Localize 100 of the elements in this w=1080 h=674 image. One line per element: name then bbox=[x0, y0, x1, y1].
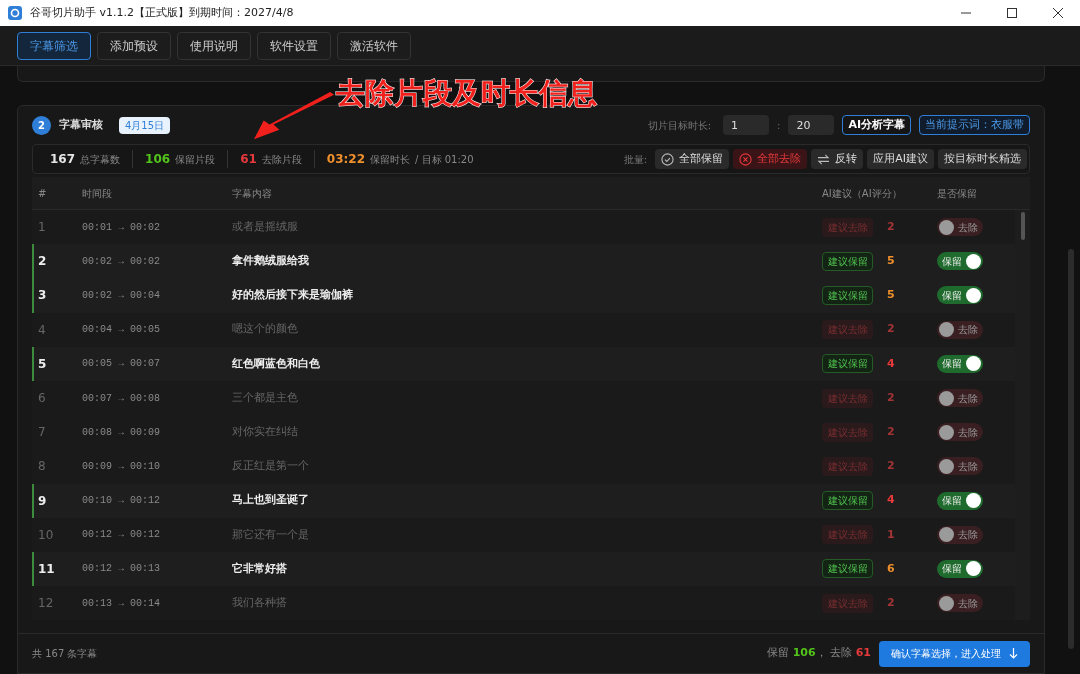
stat-value: 106 bbox=[145, 151, 171, 168]
keep-toggle[interactable]: 去除 bbox=[937, 218, 983, 237]
ai-score: 2 bbox=[887, 389, 896, 406]
keep-toggle[interactable]: 去除 bbox=[937, 594, 983, 613]
row-number: 11 bbox=[37, 560, 56, 578]
suggestion-tag: 建议去除 bbox=[822, 422, 873, 442]
keep-toggle[interactable]: 去除 bbox=[937, 320, 983, 339]
subtitle-text: 马上也到圣诞了 bbox=[232, 492, 310, 509]
time-range: 00:07 → 00:08 bbox=[82, 391, 161, 406]
ai-score: 2 bbox=[887, 321, 896, 338]
section-title: 字幕审核 bbox=[59, 116, 103, 133]
keep-toggle[interactable]: 去除 bbox=[937, 457, 983, 476]
stat-label: 保留片段 bbox=[175, 153, 216, 167]
tab[interactable]: 软件设置 bbox=[257, 31, 331, 60]
ai-score: 2 bbox=[887, 594, 896, 611]
stat-label: 去除片段 bbox=[261, 153, 302, 167]
batch-button[interactable]: 全部保留 bbox=[655, 149, 730, 169]
suggestion-tag: 建议去除 bbox=[822, 388, 873, 408]
confirm-button[interactable]: 确认字幕选择，进入处理 bbox=[879, 640, 1030, 667]
ai-analyze-button[interactable]: AI分析字幕 bbox=[842, 115, 911, 135]
table-row[interactable]: 9 00:10 → 00:12 马上也到圣诞了 建议保留 4 保留 bbox=[32, 483, 1015, 518]
toggle-knob bbox=[939, 595, 954, 611]
subtitle-text: 或者是摇绒服 bbox=[232, 218, 299, 235]
total-count: 共 167 条字幕 bbox=[32, 647, 99, 661]
stat-label: 总字幕数 bbox=[80, 153, 121, 167]
tab[interactable]: 使用说明 bbox=[177, 31, 251, 60]
suggestion-tag: 建议保留 bbox=[822, 285, 873, 305]
time-range: 00:10 → 00:12 bbox=[82, 494, 161, 509]
toggle-knob bbox=[966, 493, 981, 509]
table-row[interactable]: 3 00:02 → 00:04 好的然后接下来是瑜伽裤 建议保留 5 保留 bbox=[32, 278, 1015, 313]
time-range: 00:02 → 00:02 bbox=[82, 254, 161, 269]
keep-toggle[interactable]: 保留 bbox=[937, 286, 983, 305]
batch-button[interactable]: 全部去除 bbox=[733, 149, 808, 169]
keep-toggle[interactable]: 去除 bbox=[937, 525, 983, 544]
batch-button[interactable]: 应用AI建议 bbox=[867, 149, 934, 169]
stat-note: / 目标 01:20 bbox=[415, 153, 474, 167]
check-circle-icon bbox=[661, 152, 675, 166]
date-tag: 4月15日 bbox=[119, 116, 171, 134]
tab[interactable]: 字幕筛选 bbox=[17, 31, 91, 60]
ai-score: 1 bbox=[887, 526, 896, 543]
subtitle-text: 它非常好搭 bbox=[232, 560, 288, 577]
suggestion-tag: 建议保留 bbox=[822, 559, 873, 579]
suggestion-tag: 建议去除 bbox=[822, 320, 873, 340]
ai-score: 2 bbox=[887, 423, 896, 440]
row-number: 9 bbox=[37, 492, 48, 510]
tab[interactable]: 添加预设 bbox=[97, 31, 171, 60]
maximize-icon[interactable] bbox=[1006, 7, 1018, 19]
selection-summary: 保留 106， 去除 61 bbox=[767, 645, 871, 662]
keep-toggle[interactable]: 保留 bbox=[937, 354, 983, 373]
subtitle-text: 好的然后接下来是瑜伽裤 bbox=[232, 287, 354, 304]
batch-button[interactable]: 反转 bbox=[811, 149, 864, 169]
row-number: 10 bbox=[37, 526, 55, 544]
table-row[interactable]: 2 00:02 → 00:02 拿件鹅绒服给我 建议保留 5 保留 bbox=[32, 244, 1015, 279]
row-number: 8 bbox=[37, 458, 47, 476]
time-range: 00:09 → 00:10 bbox=[82, 459, 161, 474]
keep-toggle[interactable]: 去除 bbox=[937, 423, 983, 442]
column-header: # bbox=[37, 186, 48, 201]
keep-toggle[interactable]: 去除 bbox=[937, 389, 983, 408]
suggestion-tag: 建议去除 bbox=[822, 593, 873, 613]
annotation-text: 去除片段及时长信息 bbox=[336, 75, 597, 112]
time-range: 00:08 → 00:09 bbox=[82, 425, 161, 440]
table-row[interactable]: 5 00:05 → 00:07 红色啊蓝色和白色 建议保留 4 保留 bbox=[32, 346, 1015, 381]
subtitle-text: 对你实在纠结 bbox=[232, 423, 299, 440]
keep-toggle[interactable]: 保留 bbox=[937, 559, 983, 578]
ai-score: 6 bbox=[887, 560, 896, 577]
target-duration-label: 切片目标时长: bbox=[647, 118, 711, 133]
row-number: 6 bbox=[37, 390, 47, 408]
minutes-field[interactable]: 1 bbox=[723, 115, 769, 135]
stat-value: 03:22 bbox=[326, 151, 366, 168]
row-number: 4 bbox=[37, 321, 47, 339]
column-header: 是否保留 bbox=[937, 186, 978, 201]
ai-score: 2 bbox=[887, 458, 896, 475]
toggle-knob bbox=[966, 253, 981, 269]
keep-toggle[interactable]: 保留 bbox=[937, 491, 983, 510]
arrow-down-icon bbox=[1009, 648, 1018, 659]
time-range: 00:02 → 00:04 bbox=[82, 288, 161, 303]
suggestion-tag: 建议保留 bbox=[822, 491, 873, 511]
close-icon[interactable] bbox=[1052, 7, 1064, 19]
tab[interactable]: 激活软件 bbox=[337, 31, 411, 60]
column-header: 时间段 bbox=[82, 186, 113, 201]
keep-toggle[interactable]: 保留 bbox=[937, 252, 983, 271]
toggle-knob bbox=[939, 424, 954, 440]
batch-button[interactable]: 按目标时长精选 bbox=[938, 149, 1027, 169]
column-header: 字幕内容 bbox=[232, 186, 273, 201]
seconds-field[interactable]: 20 bbox=[788, 115, 835, 135]
batch-label: 批量: bbox=[623, 152, 648, 167]
step-badge: 2 bbox=[32, 115, 51, 135]
subtitle-text: 红色啊蓝色和白色 bbox=[232, 355, 321, 372]
table-row[interactable]: 11 00:12 → 00:13 它非常好搭 建议保留 6 保留 bbox=[32, 551, 1015, 587]
toggle-knob bbox=[966, 287, 981, 303]
suggestion-tag: 建议保留 bbox=[822, 354, 873, 374]
toggle-knob bbox=[939, 458, 954, 474]
time-range: 00:05 → 00:07 bbox=[82, 357, 161, 372]
suggestion-tag: 建议去除 bbox=[822, 217, 873, 237]
time-range: 00:13 → 00:14 bbox=[82, 596, 161, 611]
suggestion-tag: 建议去除 bbox=[822, 525, 873, 545]
suggestion-tag: 建议去除 bbox=[822, 456, 873, 476]
subtitle-text: 嗯这个的颜色 bbox=[232, 321, 299, 338]
row-number: 12 bbox=[37, 595, 55, 613]
prompt-button[interactable]: 当前提示词：衣服带 bbox=[919, 115, 1030, 135]
